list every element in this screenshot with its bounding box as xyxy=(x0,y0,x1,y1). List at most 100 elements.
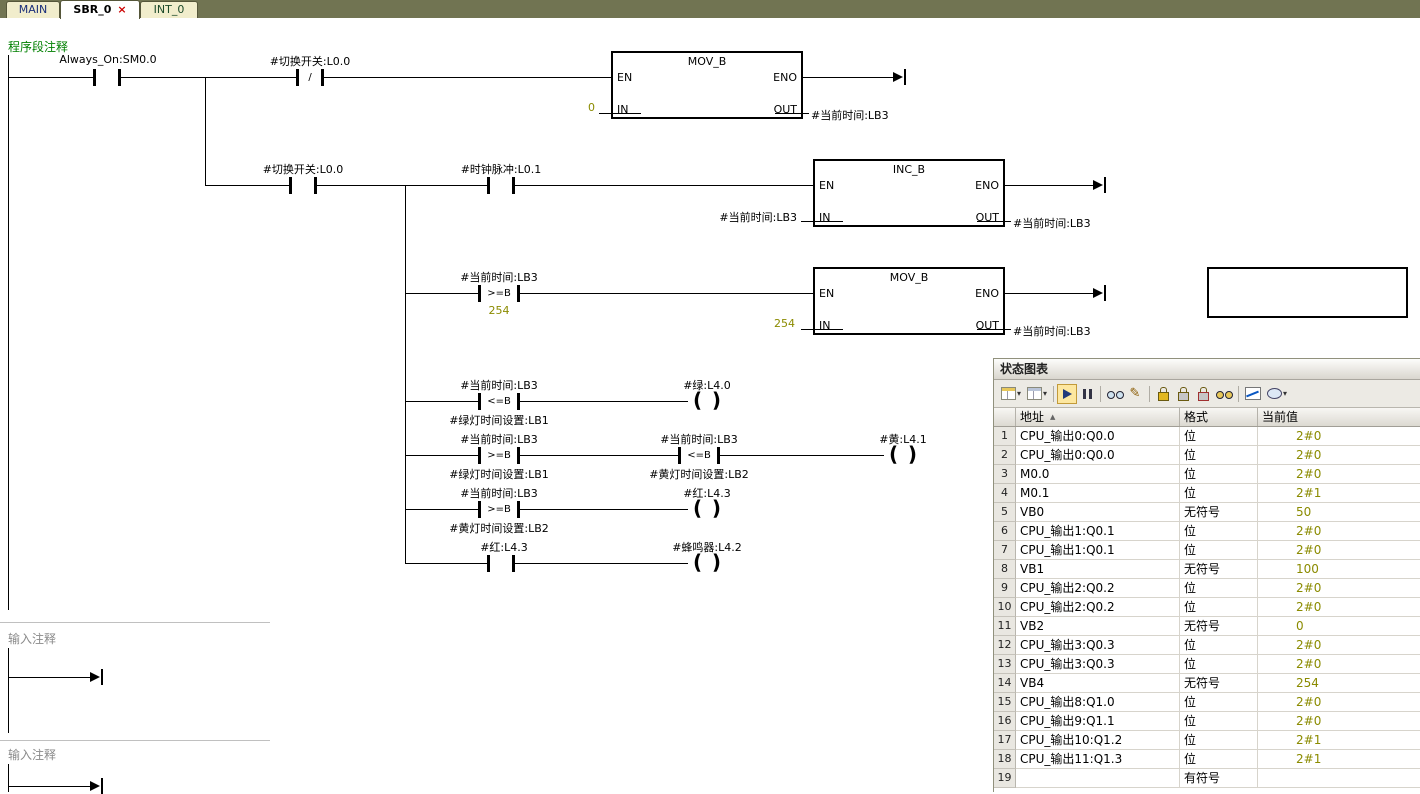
format-cell[interactable]: 无符号 xyxy=(1180,503,1258,522)
value-cell[interactable]: 2#0 xyxy=(1258,427,1420,446)
value-cell[interactable]: 2#1 xyxy=(1258,750,1420,769)
compare-operand-top[interactable]: #当前时间:LB3 xyxy=(439,377,559,393)
compare-operand-top[interactable]: #当前时间:LB3 xyxy=(439,485,559,501)
coil-buzzer[interactable]: () xyxy=(688,552,726,574)
compare-contact-lte[interactable]: <=B xyxy=(678,447,720,464)
in-operand[interactable]: #当前时间:LB3 xyxy=(679,209,797,225)
coil-operand[interactable]: #红:L4.3 xyxy=(647,485,767,501)
chevron-down-icon[interactable]: ▾ xyxy=(1283,389,1287,398)
out-operand[interactable]: #当前时间:LB3 xyxy=(811,107,889,123)
row-number-cell[interactable]: 13 xyxy=(994,655,1016,674)
table-row[interactable]: 16 CPU_输出9:Q1.1 位 2#0 xyxy=(994,712,1420,731)
table-row[interactable]: 8 VB1 无符号 100 xyxy=(994,560,1420,579)
address-cell[interactable]: VB4 xyxy=(1016,674,1180,693)
contact-operand[interactable]: Always_On:SM0.0 xyxy=(48,53,168,66)
contact-switch[interactable] xyxy=(289,177,317,194)
table-row[interactable]: 13 CPU_输出3:Q0.3 位 2#0 xyxy=(994,655,1420,674)
input-comment-1[interactable]: 输入注释 xyxy=(8,630,56,647)
value-cell[interactable]: 2#0 xyxy=(1258,636,1420,655)
contact-always-on[interactable] xyxy=(93,69,121,86)
format-cell[interactable]: 位 xyxy=(1180,598,1258,617)
row-number-cell[interactable]: 6 xyxy=(994,522,1016,541)
status-chart-title[interactable]: 状态图表 xyxy=(994,359,1420,380)
address-cell[interactable]: CPU_输出9:Q1.1 xyxy=(1016,712,1180,731)
coil-operand[interactable]: #黄:L4.1 xyxy=(843,431,963,447)
table-row[interactable]: 1 CPU_输出0:Q0.0 位 2#0 xyxy=(994,427,1420,446)
write-all-button[interactable] xyxy=(1126,384,1146,404)
address-cell[interactable]: M0.1 xyxy=(1016,484,1180,503)
format-cell[interactable]: 位 xyxy=(1180,750,1258,769)
format-cell[interactable]: 无符号 xyxy=(1180,560,1258,579)
format-cell[interactable]: 位 xyxy=(1180,484,1258,503)
compare-operand-top[interactable]: #当前时间:LB3 xyxy=(439,431,559,447)
row-number-cell[interactable]: 17 xyxy=(994,731,1016,750)
value-cell[interactable]: 2#0 xyxy=(1258,598,1420,617)
value-cell[interactable]: 100 xyxy=(1258,560,1420,579)
table-row[interactable]: 14 VB4 无符号 254 xyxy=(994,674,1420,693)
compare-contact-gte[interactable]: >=B xyxy=(478,501,520,518)
format-cell[interactable]: 位 xyxy=(1180,465,1258,484)
function-box-mov-b-2[interactable]: MOV_B EN ENO IN OUT xyxy=(813,267,1005,335)
row-number-cell[interactable]: 18 xyxy=(994,750,1016,769)
format-cell[interactable]: 无符号 xyxy=(1180,674,1258,693)
close-icon[interactable]: × xyxy=(117,3,126,16)
address-cell[interactable]: M0.0 xyxy=(1016,465,1180,484)
address-cell[interactable]: CPU_输出0:Q0.0 xyxy=(1016,446,1180,465)
value-cell[interactable]: 254 xyxy=(1258,674,1420,693)
function-box-inc-b[interactable]: INC_B EN ENO IN OUT xyxy=(813,159,1005,227)
compare-contact-gte[interactable]: >=B xyxy=(478,285,520,302)
row-number-cell[interactable]: 7 xyxy=(994,541,1016,560)
table-row[interactable]: 4 M0.1 位 2#1 xyxy=(994,484,1420,503)
format-header[interactable]: 格式 xyxy=(1180,408,1258,426)
compare-operand-bottom[interactable]: #绿灯时间设置:LB1 xyxy=(409,466,589,482)
compare-operand-bottom[interactable]: #绿灯时间设置:LB1 xyxy=(409,412,589,428)
read-all-button[interactable] xyxy=(1104,384,1126,404)
contact-operand[interactable]: #红:L4.3 xyxy=(444,539,564,555)
value-cell[interactable]: 2#0 xyxy=(1258,465,1420,484)
execution-status-button[interactable]: ▾ xyxy=(1264,384,1290,404)
in-operand[interactable]: 254 xyxy=(757,317,795,330)
in-operand[interactable]: 0 xyxy=(557,101,595,114)
format-cell[interactable]: 位 xyxy=(1180,731,1258,750)
contact-clock-pulse[interactable] xyxy=(487,177,515,194)
table-row[interactable]: 11 VB2 无符号 0 xyxy=(994,617,1420,636)
format-cell[interactable]: 位 xyxy=(1180,541,1258,560)
address-cell[interactable]: CPU_输出2:Q0.2 xyxy=(1016,579,1180,598)
value-cell[interactable]: 2#0 xyxy=(1258,446,1420,465)
out-operand[interactable]: #当前时间:LB3 xyxy=(1013,323,1091,339)
compare-operand-bottom[interactable]: #黄灯时间设置:LB2 xyxy=(609,466,789,482)
table-row[interactable]: 3 M0.0 位 2#0 xyxy=(994,465,1420,484)
table-row[interactable]: 17 CPU_输出10:Q1.2 位 2#1 xyxy=(994,731,1420,750)
address-cell[interactable]: VB0 xyxy=(1016,503,1180,522)
tab-int0[interactable]: INT_0 xyxy=(140,1,198,18)
coil-operand[interactable]: #蜂鸣器:L4.2 xyxy=(637,539,777,555)
address-cell[interactable] xyxy=(1016,769,1180,788)
address-cell[interactable]: CPU_输出8:Q1.0 xyxy=(1016,693,1180,712)
row-number-cell[interactable]: 1 xyxy=(994,427,1016,446)
coil-yellow[interactable]: () xyxy=(884,444,922,466)
address-header[interactable]: 地址▲ xyxy=(1016,408,1180,426)
address-cell[interactable]: CPU_输出1:Q0.1 xyxy=(1016,541,1180,560)
format-cell[interactable]: 位 xyxy=(1180,655,1258,674)
row-number-cell[interactable]: 11 xyxy=(994,617,1016,636)
address-cell[interactable]: CPU_输出3:Q0.3 xyxy=(1016,636,1180,655)
tab-sbr0[interactable]: SBR_0× xyxy=(60,0,140,19)
unforce-all-button[interactable] xyxy=(1193,384,1213,404)
row-number-cell[interactable]: 16 xyxy=(994,712,1016,731)
value-cell[interactable]: 2#0 xyxy=(1258,541,1420,560)
table-row[interactable]: 15 CPU_输出8:Q1.0 位 2#0 xyxy=(994,693,1420,712)
row-number-cell[interactable]: 15 xyxy=(994,693,1016,712)
row-number-header[interactable] xyxy=(994,408,1016,426)
compare-contact-gte[interactable]: >=B xyxy=(478,447,520,464)
value-cell[interactable]: 2#0 xyxy=(1258,522,1420,541)
address-cell[interactable]: VB2 xyxy=(1016,617,1180,636)
format-cell[interactable]: 位 xyxy=(1180,427,1258,446)
row-number-cell[interactable]: 9 xyxy=(994,579,1016,598)
value-header[interactable]: 当前值 xyxy=(1258,408,1420,426)
input-comment-2[interactable]: 输入注释 xyxy=(8,746,56,763)
row-number-cell[interactable]: 8 xyxy=(994,560,1016,579)
table-row[interactable]: 6 CPU_输出1:Q0.1 位 2#0 xyxy=(994,522,1420,541)
table-row[interactable]: 19 有符号 xyxy=(994,769,1420,788)
format-cell[interactable]: 有符号 xyxy=(1180,769,1258,788)
row-number-cell[interactable]: 10 xyxy=(994,598,1016,617)
